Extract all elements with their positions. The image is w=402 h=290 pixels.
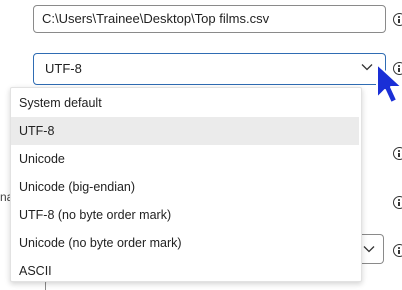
encoding-option-unicode-no-bom[interactable]: Unicode (no byte order mark) bbox=[11, 229, 361, 257]
chevron-down-icon bbox=[363, 246, 375, 253]
encoding-option-system-default[interactable]: System default bbox=[11, 89, 361, 117]
info-icon[interactable] bbox=[393, 147, 402, 160]
chevron-down-icon bbox=[361, 64, 373, 71]
file-path-value: C:\Users\Trainee\Desktop\Top films.csv bbox=[42, 11, 270, 26]
encoding-option-unicode[interactable]: Unicode bbox=[11, 145, 361, 173]
encoding-option-utf8[interactable]: UTF-8 bbox=[11, 117, 359, 145]
mouse-pointer-icon bbox=[376, 63, 402, 104]
encoding-option-ascii[interactable]: ASCII bbox=[11, 257, 361, 285]
info-icon[interactable] bbox=[393, 196, 402, 209]
info-icon[interactable] bbox=[393, 244, 402, 257]
encoding-select-value: UTF-8 bbox=[45, 61, 82, 76]
encoding-option-utf8-no-bom[interactable]: UTF-8 (no byte order mark) bbox=[11, 201, 361, 229]
encoding-dropdown-list: System default UTF-8 Unicode Unicode (bi… bbox=[10, 87, 362, 282]
encoding-option-unicode-big-endian[interactable]: Unicode (big-endian) bbox=[11, 173, 361, 201]
file-path-field[interactable]: C:\Users\Trainee\Desktop\Top films.csv bbox=[33, 5, 386, 33]
encoding-select[interactable]: UTF-8 bbox=[33, 53, 386, 85]
info-icon[interactable] bbox=[393, 13, 402, 26]
